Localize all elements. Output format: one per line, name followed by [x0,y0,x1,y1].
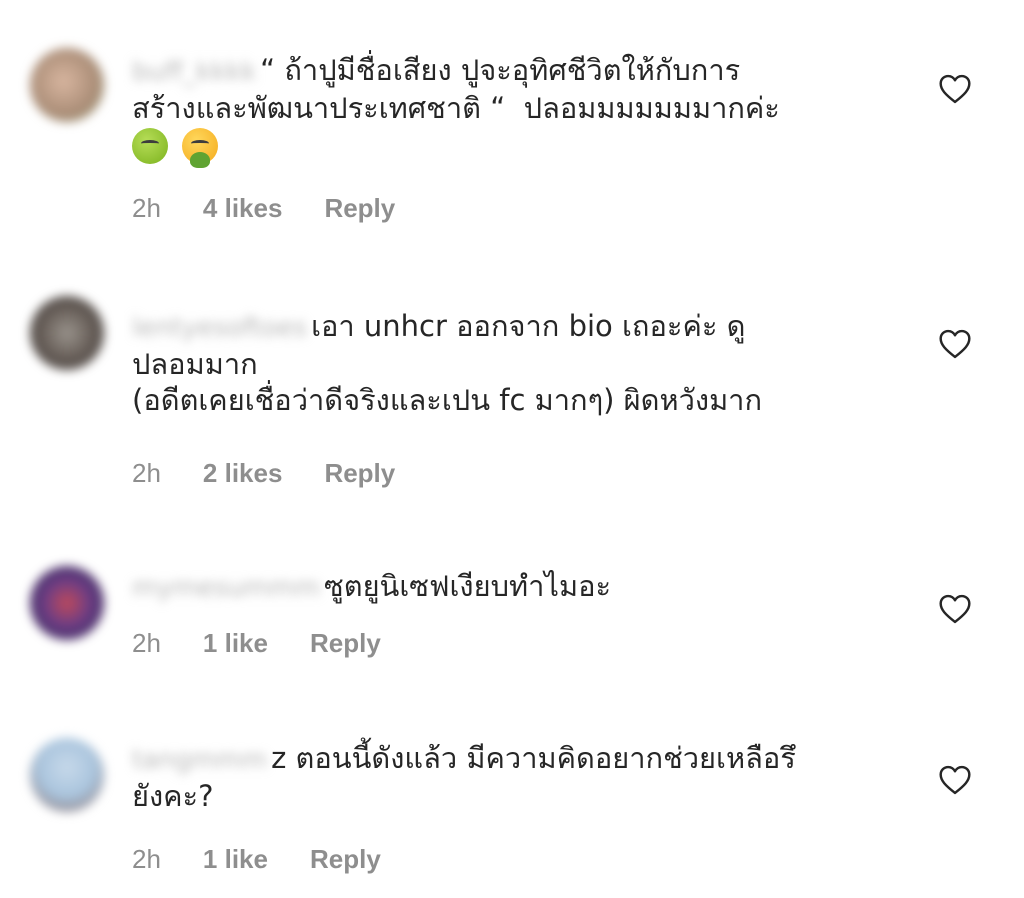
comment-likes[interactable]: 1 like [203,628,268,659]
heart-outline-icon[interactable] [938,74,972,104]
reply-button[interactable]: Reply [324,193,395,224]
comment-username[interactable]: buff_kkkk [132,54,256,90]
heart-outline-icon[interactable] [938,765,972,795]
comment-likes[interactable]: 2 likes [203,458,283,489]
comment-likes[interactable]: 1 like [203,844,268,875]
comment-meta: 2h 1 like Reply [132,844,381,875]
comment-meta: 2h 2 likes Reply [132,458,395,489]
nauseated-face-emoji-icon [132,128,168,164]
comment-body: lentyesoftoes เอา unhcr ออกจาก bio เถอะค่… [132,308,892,418]
comment-time: 2h [132,844,161,874]
comment-body: tangmmm z ตอนนี้ดังแล้ว มีความคิดอยากช่วย… [132,740,892,814]
comment-username[interactable]: lentyesoftoes [132,310,307,346]
comment-text: ซูตยูนิเซฟเงียบทำไมอะ [324,569,612,603]
comment-meta: 2h 1 like Reply [132,628,381,659]
comment-time: 2h [132,628,161,658]
reply-button[interactable]: Reply [324,458,395,489]
avatar[interactable] [30,296,104,370]
face-vomiting-emoji-icon [182,128,218,168]
comment-username[interactable]: mymesummm [132,570,320,606]
heart-outline-icon[interactable] [938,329,972,359]
comment-likes[interactable]: 4 likes [203,193,283,224]
avatar[interactable] [30,566,104,640]
comment-time: 2h [132,193,161,223]
comment-body: mymesummm ซูตยูนิเซฟเงียบทำไมอะ [132,568,892,606]
comment-meta: 2h 4 likes Reply [132,193,395,224]
avatar[interactable] [30,48,104,122]
reply-button[interactable]: Reply [310,844,381,875]
comment-username[interactable]: tangmmm [132,742,267,778]
reply-button[interactable]: Reply [310,628,381,659]
comment-body: buff_kkkk “ ถ้าปูมีชื่อเสียง ปูจะอุทิศชีว… [132,52,892,168]
heart-outline-icon[interactable] [938,594,972,624]
avatar[interactable] [30,738,104,812]
comment-time: 2h [132,458,161,488]
